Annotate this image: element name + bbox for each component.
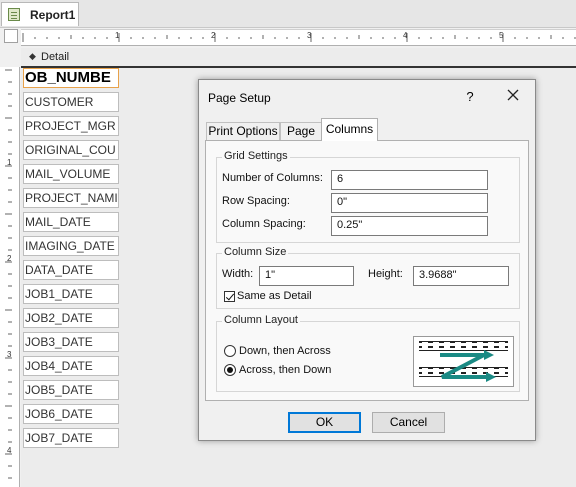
horizontal-ruler[interactable]: 1 2 3 4 5 — [21, 29, 576, 46]
tab-page[interactable]: Page — [280, 122, 322, 140]
field-control[interactable]: JOB6_DATE — [23, 404, 119, 424]
field-control[interactable]: JOB5_DATE — [23, 380, 119, 400]
ok-button[interactable]: OK — [288, 412, 361, 433]
column-spacing-label: Column Spacing: — [222, 218, 306, 230]
field-control[interactable]: JOB7_DATE — [23, 428, 119, 448]
field-control[interactable]: JOB3_DATE — [23, 332, 119, 352]
field-control[interactable]: MAIL_DATE — [23, 212, 119, 232]
down-then-across-label: Down, then Across — [239, 345, 331, 357]
report-tab[interactable]: Report1 — [1, 2, 79, 26]
document-tab-strip: Report1 — [0, 0, 576, 28]
close-icon[interactable] — [504, 86, 522, 104]
columns-tab-panel: Grid Settings Number of Columns: 6 Row S… — [205, 140, 529, 401]
hruler-mark-1: 1 — [115, 31, 120, 40]
width-input[interactable]: 1" — [259, 266, 354, 286]
section-arrow-icon: ◆ — [29, 51, 36, 61]
field-control[interactable]: CUSTOMER — [23, 92, 119, 112]
same-as-detail-label: Same as Detail — [237, 290, 312, 302]
field-control[interactable]: ORIGINAL_COU — [23, 140, 119, 160]
number-of-columns-label: Number of Columns: — [222, 172, 323, 184]
report-tab-label: Report1 — [30, 8, 76, 22]
page-setup-dialog: Page Setup ? Print Options Page Columns … — [198, 79, 536, 441]
column-layout-preview-icon — [413, 336, 514, 387]
hruler-mark-2: 2 — [211, 31, 216, 40]
width-label: Width: — [222, 268, 254, 280]
vruler-mark-1: 1 — [7, 158, 12, 167]
row-spacing-label: Row Spacing: — [222, 195, 290, 207]
horizontal-ruler-ticks — [22, 33, 576, 42]
column-spacing-input[interactable]: 0.25" — [331, 216, 488, 236]
column-size-group: Column Size Width: 1" Height: 3.9688" Sa… — [216, 246, 520, 309]
hruler-mark-5: 5 — [499, 31, 504, 40]
vertical-ruler[interactable]: 1 2 3 4 — [0, 67, 20, 487]
across-then-down-label: Across, then Down — [239, 364, 332, 376]
row-spacing-input[interactable]: 0" — [331, 193, 488, 213]
column-layout-legend: Column Layout — [222, 314, 300, 326]
cancel-button[interactable]: Cancel — [372, 412, 445, 433]
height-input[interactable]: 3.9688" — [413, 266, 509, 286]
column-layout-group: Column Layout Down, then Across Across, … — [216, 314, 520, 392]
layout-grid-graphic — [419, 341, 508, 382]
field-control-selected[interactable]: OB_NUMBE — [23, 68, 119, 88]
dialog-title: Page Setup — [208, 91, 271, 105]
same-as-detail-checkbox[interactable] — [224, 291, 235, 302]
section-name: Detail — [41, 51, 70, 63]
report-icon — [8, 8, 20, 21]
ruler-corner-selector[interactable] — [4, 29, 18, 43]
vruler-mark-2: 2 — [7, 254, 12, 263]
help-button[interactable]: ? — [463, 89, 477, 104]
field-control[interactable]: PROJECT_NAMI — [23, 188, 119, 208]
down-then-across-radio[interactable] — [224, 345, 236, 357]
across-then-down-radio[interactable] — [224, 364, 236, 376]
detail-section-bar[interactable]: ◆ Detail — [21, 48, 576, 68]
grid-settings-group: Grid Settings Number of Columns: 6 Row S… — [216, 150, 520, 243]
field-control[interactable]: JOB2_DATE — [23, 308, 119, 328]
field-control[interactable]: JOB4_DATE — [23, 356, 119, 376]
vruler-mark-4: 4 — [7, 446, 12, 455]
field-control[interactable]: IMAGING_DATE — [23, 236, 119, 256]
grid-settings-legend: Grid Settings — [222, 150, 290, 162]
field-control[interactable]: JOB1_DATE — [23, 284, 119, 304]
field-control[interactable]: DATA_DATE — [23, 260, 119, 280]
hruler-mark-4: 4 — [403, 31, 408, 40]
field-control[interactable]: PROJECT_MGR — [23, 116, 119, 136]
vruler-mark-3: 3 — [7, 350, 12, 359]
tab-print-options[interactable]: Print Options — [206, 122, 280, 140]
vertical-ruler-ticks — [5, 69, 12, 479]
column-size-legend: Column Size — [222, 246, 289, 258]
height-label: Height: — [368, 268, 403, 280]
hruler-mark-3: 3 — [307, 31, 312, 40]
field-control[interactable]: MAIL_VOLUME — [23, 164, 119, 184]
number-of-columns-input[interactable]: 6 — [331, 170, 488, 190]
tab-columns[interactable]: Columns — [321, 118, 378, 141]
